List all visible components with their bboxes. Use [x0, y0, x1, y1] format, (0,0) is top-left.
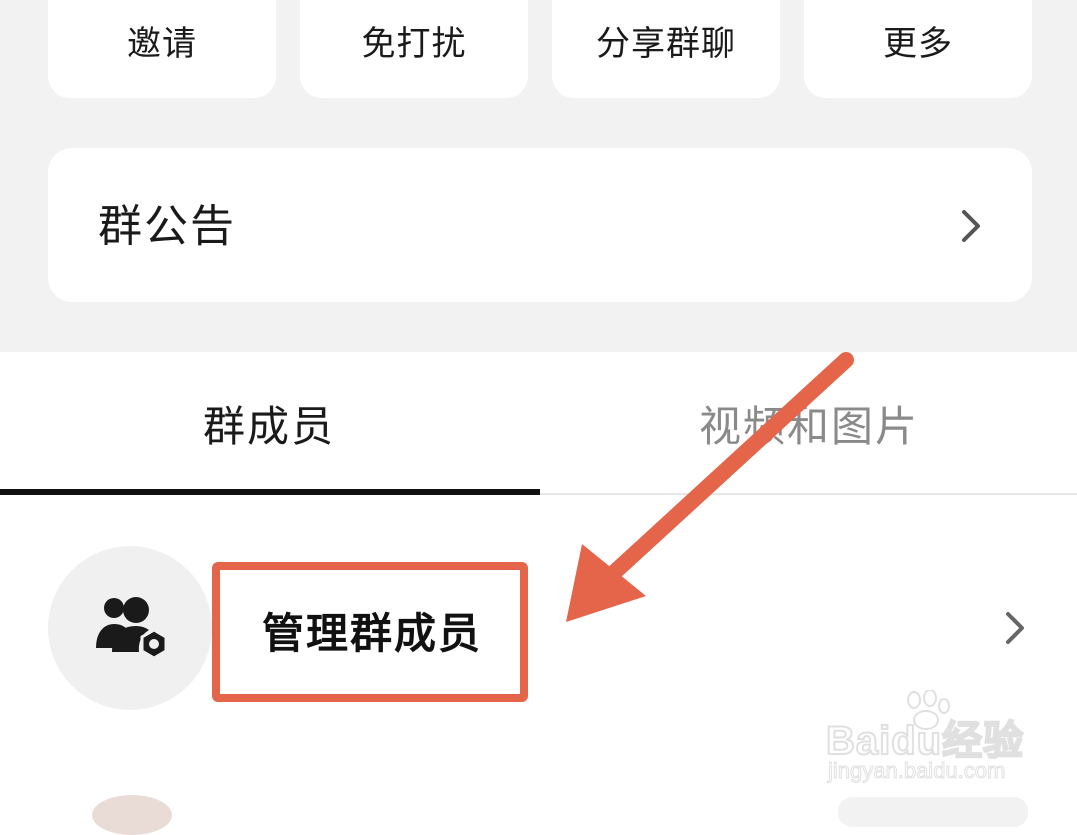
- tab-videos-images[interactable]: 视频和图片: [540, 352, 1077, 494]
- do-not-disturb-button[interactable]: 免打扰: [300, 0, 528, 98]
- chevron-right-icon: [1000, 608, 1030, 648]
- group-notice-row[interactable]: 群公告: [48, 148, 1032, 302]
- member-avatar: [92, 795, 172, 835]
- member-tag: [838, 797, 1028, 827]
- more-button[interactable]: 更多: [804, 0, 1032, 98]
- tab-group-members[interactable]: 群成员: [0, 352, 538, 494]
- watermark-url: jingyan.baidu.com: [827, 758, 1006, 784]
- group-notice-label: 群公告: [98, 201, 236, 252]
- do-not-disturb-label: 免打扰: [361, 24, 467, 64]
- highlight-box: 管理群成员: [212, 562, 528, 702]
- tab-group-members-label: 群成员: [202, 402, 335, 451]
- group-settings-top-area: 邀请 免打扰 分享群聊 更多 群公告: [0, 0, 1077, 352]
- invite-label: 邀请: [127, 24, 197, 64]
- baidu-watermark: Baidu经验 jingyan.baidu.com: [825, 690, 1026, 800]
- active-tab-indicator: [0, 489, 540, 495]
- manage-members-label: 管理群成员: [262, 609, 483, 658]
- manage-members-icon: [96, 597, 168, 660]
- manage-members-avatar: [48, 546, 212, 710]
- share-group-button[interactable]: 分享群聊: [552, 0, 780, 98]
- share-group-label: 分享群聊: [596, 24, 736, 64]
- tab-divider: [540, 493, 1077, 495]
- tab-videos-images-label: 视频和图片: [698, 402, 919, 451]
- invite-button[interactable]: 邀请: [48, 0, 276, 98]
- chevron-right-icon: [956, 206, 986, 246]
- more-label: 更多: [883, 24, 953, 64]
